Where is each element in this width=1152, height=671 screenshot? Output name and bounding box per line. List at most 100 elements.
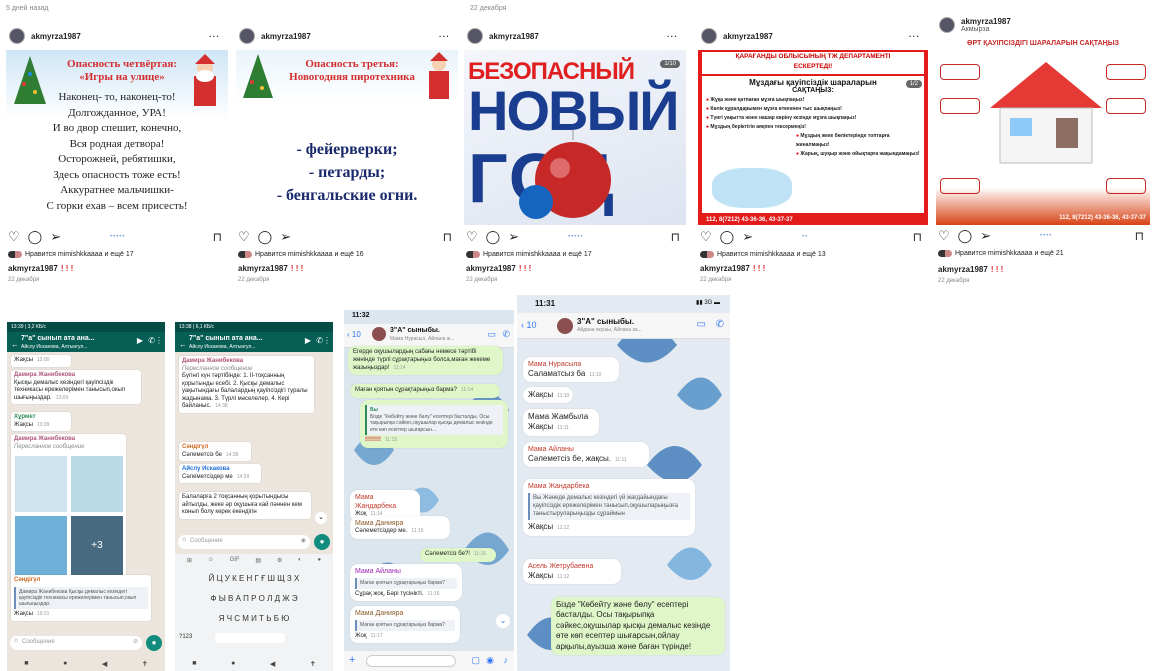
phone-icon[interactable]: ✆ <box>716 319 724 330</box>
nav-back-icon[interactable]: ◀ <box>270 660 275 668</box>
attach-plus-icon[interactable]: + <box>349 654 355 666</box>
message-bubble[interactable]: Мама Данияра Сәлеметсіздер ме. 11:15 <box>350 516 450 539</box>
message-input[interactable]: ☺ Сообщение ⊘ <box>10 636 142 650</box>
bookmark-icon[interactable]: ⊓ <box>913 230 922 244</box>
post-image[interactable]: БЕЗОПАСНЫЙ НОВЫЙ ГОД 1/10 <box>464 50 686 225</box>
reply-bubble[interactable]: Мама Айланы Маған қоятын сұрақтарыңыз бар… <box>350 564 462 602</box>
forwarded-album[interactable]: Дамира Жанибекова Пересланное сообщение … <box>11 434 126 584</box>
keyboard[interactable]: ⊞ ☺ GIF ▤ ⚙ ◐ ● Й Ц У К Е Н Г Ғ Ш Щ З Х Ф Ы В … <box>175 554 333 671</box>
symbols-key[interactable]: ?123 <box>179 634 192 640</box>
nav-home-icon[interactable]: ● <box>231 660 235 668</box>
nav-back-icon[interactable]: ◀ <box>102 660 107 668</box>
mic-icon[interactable]: ● <box>146 635 162 651</box>
nav-assist-icon[interactable]: ✝ <box>142 660 148 668</box>
username[interactable]: akmyrza1987 <box>261 32 311 41</box>
message-bubble[interactable]: Егерде оқушылардың сабағы немесе тәртібі… <box>348 346 503 376</box>
avatar[interactable] <box>701 28 717 44</box>
message-bubble[interactable]: Айслу Искакова Сәлеметсіздер ме 14:39 <box>179 464 261 483</box>
phone-icon[interactable]: ✆ <box>148 336 155 345</box>
share-icon[interactable]: ➢ <box>980 228 991 244</box>
bookmark-icon[interactable]: ⊓ <box>213 230 222 244</box>
nav-assist-icon[interactable]: ✝ <box>310 660 316 668</box>
chat-title[interactable]: 3"А" сыныбы. <box>390 327 440 334</box>
post-image[interactable]: Опасность третья: Новогодняя пиротехника… <box>236 50 458 225</box>
comment-icon[interactable]: ◯ <box>28 229 43 245</box>
comment-icon[interactable]: ◯ <box>958 228 973 244</box>
chat-title[interactable]: 7"а" сынып ата ана... <box>21 335 95 342</box>
nav-menu-icon[interactable]: ■ <box>24 660 28 668</box>
comment-icon[interactable]: ◯ <box>258 229 273 245</box>
share-icon[interactable]: ➢ <box>508 229 519 245</box>
back-arrow-icon[interactable]: ← <box>11 340 19 349</box>
more-icon[interactable]: ··· <box>909 32 920 41</box>
menu-icon[interactable]: ⋮ <box>155 336 163 345</box>
photo-thumbnail[interactable] <box>15 516 67 576</box>
chat-title[interactable]: 7"а" сынып ата ана... <box>189 335 263 342</box>
post-image[interactable]: Опасность четвёртая: «Игры на улице» Нак… <box>6 50 228 225</box>
reply-bubble[interactable]: Сәндігүл Дамира Жанибекова Қысқы демалыс … <box>11 575 151 621</box>
group-avatar[interactable] <box>557 318 573 334</box>
likes-count[interactable]: Нравится mimishkkaaaa и ещё 16 <box>255 251 364 258</box>
username[interactable]: akmyrza1987 <box>31 32 81 41</box>
username[interactable]: akmyrza1987 <box>489 32 539 41</box>
message-input[interactable]: ☺ Сообщение ◉ <box>178 535 310 549</box>
message-bubble[interactable]: Мама Жамбыла Жақсы 11:11 <box>523 409 599 436</box>
scroll-down-icon[interactable]: ⌄ <box>496 614 510 628</box>
bookmark-icon[interactable]: ⊓ <box>443 230 452 244</box>
group-avatar[interactable] <box>372 327 386 341</box>
likes-count[interactable]: Нравится mimishkkaaaa и ещё 13 <box>717 251 826 258</box>
keyboard-row-3[interactable]: Я Ч С М И Т Ь Б Ю <box>179 614 329 623</box>
back-button[interactable]: ‹ 10 <box>347 330 361 339</box>
heart-icon[interactable]: ♡ <box>8 229 20 245</box>
space-key[interactable] <box>215 633 285 643</box>
phone-icon[interactable]: ✆ <box>316 336 323 345</box>
chat-title[interactable]: 3"А" сыныбы. <box>577 317 634 326</box>
sticker-icon[interactable]: ▢ <box>471 655 480 666</box>
camera-icon[interactable]: ◉ <box>486 655 494 666</box>
nav-menu-icon[interactable]: ■ <box>192 660 196 668</box>
heart-icon[interactable]: ♡ <box>238 229 250 245</box>
reply-bubble[interactable]: Мама Жандарбека Вы Жәнеде демалыс кезінде… <box>523 479 695 536</box>
message-bubble[interactable]: Мама Нурасыла Саламатсыз ба 11:10 <box>523 357 619 383</box>
back-arrow-icon[interactable]: ← <box>179 340 187 349</box>
bookmark-icon[interactable]: ⊓ <box>671 230 680 244</box>
heart-icon[interactable]: ♡ <box>938 228 950 244</box>
video-call-icon[interactable]: ▶ <box>137 336 143 345</box>
message-input[interactable] <box>366 655 456 667</box>
comment-icon[interactable]: ◯ <box>486 229 501 245</box>
keyboard-row-1[interactable]: Й Ц У К Е Н Г Ғ Ш Щ З Х <box>179 574 329 583</box>
message-bubble[interactable]: Асель Жетрубаевна Жақсы 11:12 <box>523 559 621 585</box>
mic-icon[interactable]: ● <box>314 534 330 550</box>
username[interactable]: akmyrza1987 <box>723 32 773 41</box>
video-call-icon[interactable]: ▭ <box>487 329 496 340</box>
keyboard-row-2[interactable]: Ф Ы В А П Р О Л Д Ж Э <box>179 594 329 603</box>
video-call-icon[interactable]: ▶ <box>305 336 311 345</box>
photo-thumbnail[interactable] <box>15 456 67 512</box>
heart-icon[interactable]: ♡ <box>700 229 712 245</box>
message-bubble[interactable]: Маған қоятын сұрақтарыңыз барма? 11:14 <box>350 384 500 398</box>
avatar[interactable] <box>939 17 955 33</box>
message-bubble[interactable]: Жақсы 13:00 <box>11 355 71 367</box>
avatar[interactable] <box>239 28 255 44</box>
forwarded-message[interactable]: Дамира Жанибекова Пересланное сообщение Бү… <box>179 356 314 413</box>
message-bubble[interactable]: Хұрмет Жақсы 13:09 <box>11 412 71 431</box>
caption-username[interactable]: akmyrza1987 <box>238 264 288 273</box>
reply-bubble[interactable]: Мама Данияра Маған қоятын сұрақтарыңыз ба… <box>350 606 460 644</box>
share-icon[interactable]: ➢ <box>280 229 291 245</box>
message-bubble[interactable]: Сәлеметсіз бе?! 11:16 <box>420 548 496 562</box>
video-call-icon[interactable]: ▭ <box>697 319 706 330</box>
menu-icon[interactable]: ⋮ <box>323 336 331 345</box>
bookmark-icon[interactable]: ⊓ <box>1135 229 1144 243</box>
post-image[interactable]: ҚАРАҒАНДЫ ОБЛЫСЫНЫҢ ТЖ ДЕПАРТАМЕНТІ ЕСКЕ… <box>698 50 928 225</box>
caption-username[interactable]: akmyrza1987 <box>938 265 988 274</box>
nav-home-icon[interactable]: ● <box>63 660 67 668</box>
likes-count[interactable]: Нравится mimishkkaaaa и ещё 21 <box>955 250 1064 257</box>
phone-icon[interactable]: ✆ <box>502 329 510 340</box>
share-icon[interactable]: ➢ <box>742 229 753 245</box>
message-bubble[interactable]: Бізде "Көбейту және бөлу" есептері баста… <box>551 597 725 655</box>
message-bubble[interactable]: Мама Айланы Сәлеметсіз бе, жақсы. 11:11 <box>523 442 649 468</box>
location[interactable]: Акмырза <box>961 26 1011 33</box>
likes-count[interactable]: Нравится mimishkkaaaa и ещё 17 <box>483 251 592 258</box>
caption-username[interactable]: akmyrza1987 <box>8 264 58 273</box>
more-icon[interactable]: ··· <box>209 32 220 41</box>
